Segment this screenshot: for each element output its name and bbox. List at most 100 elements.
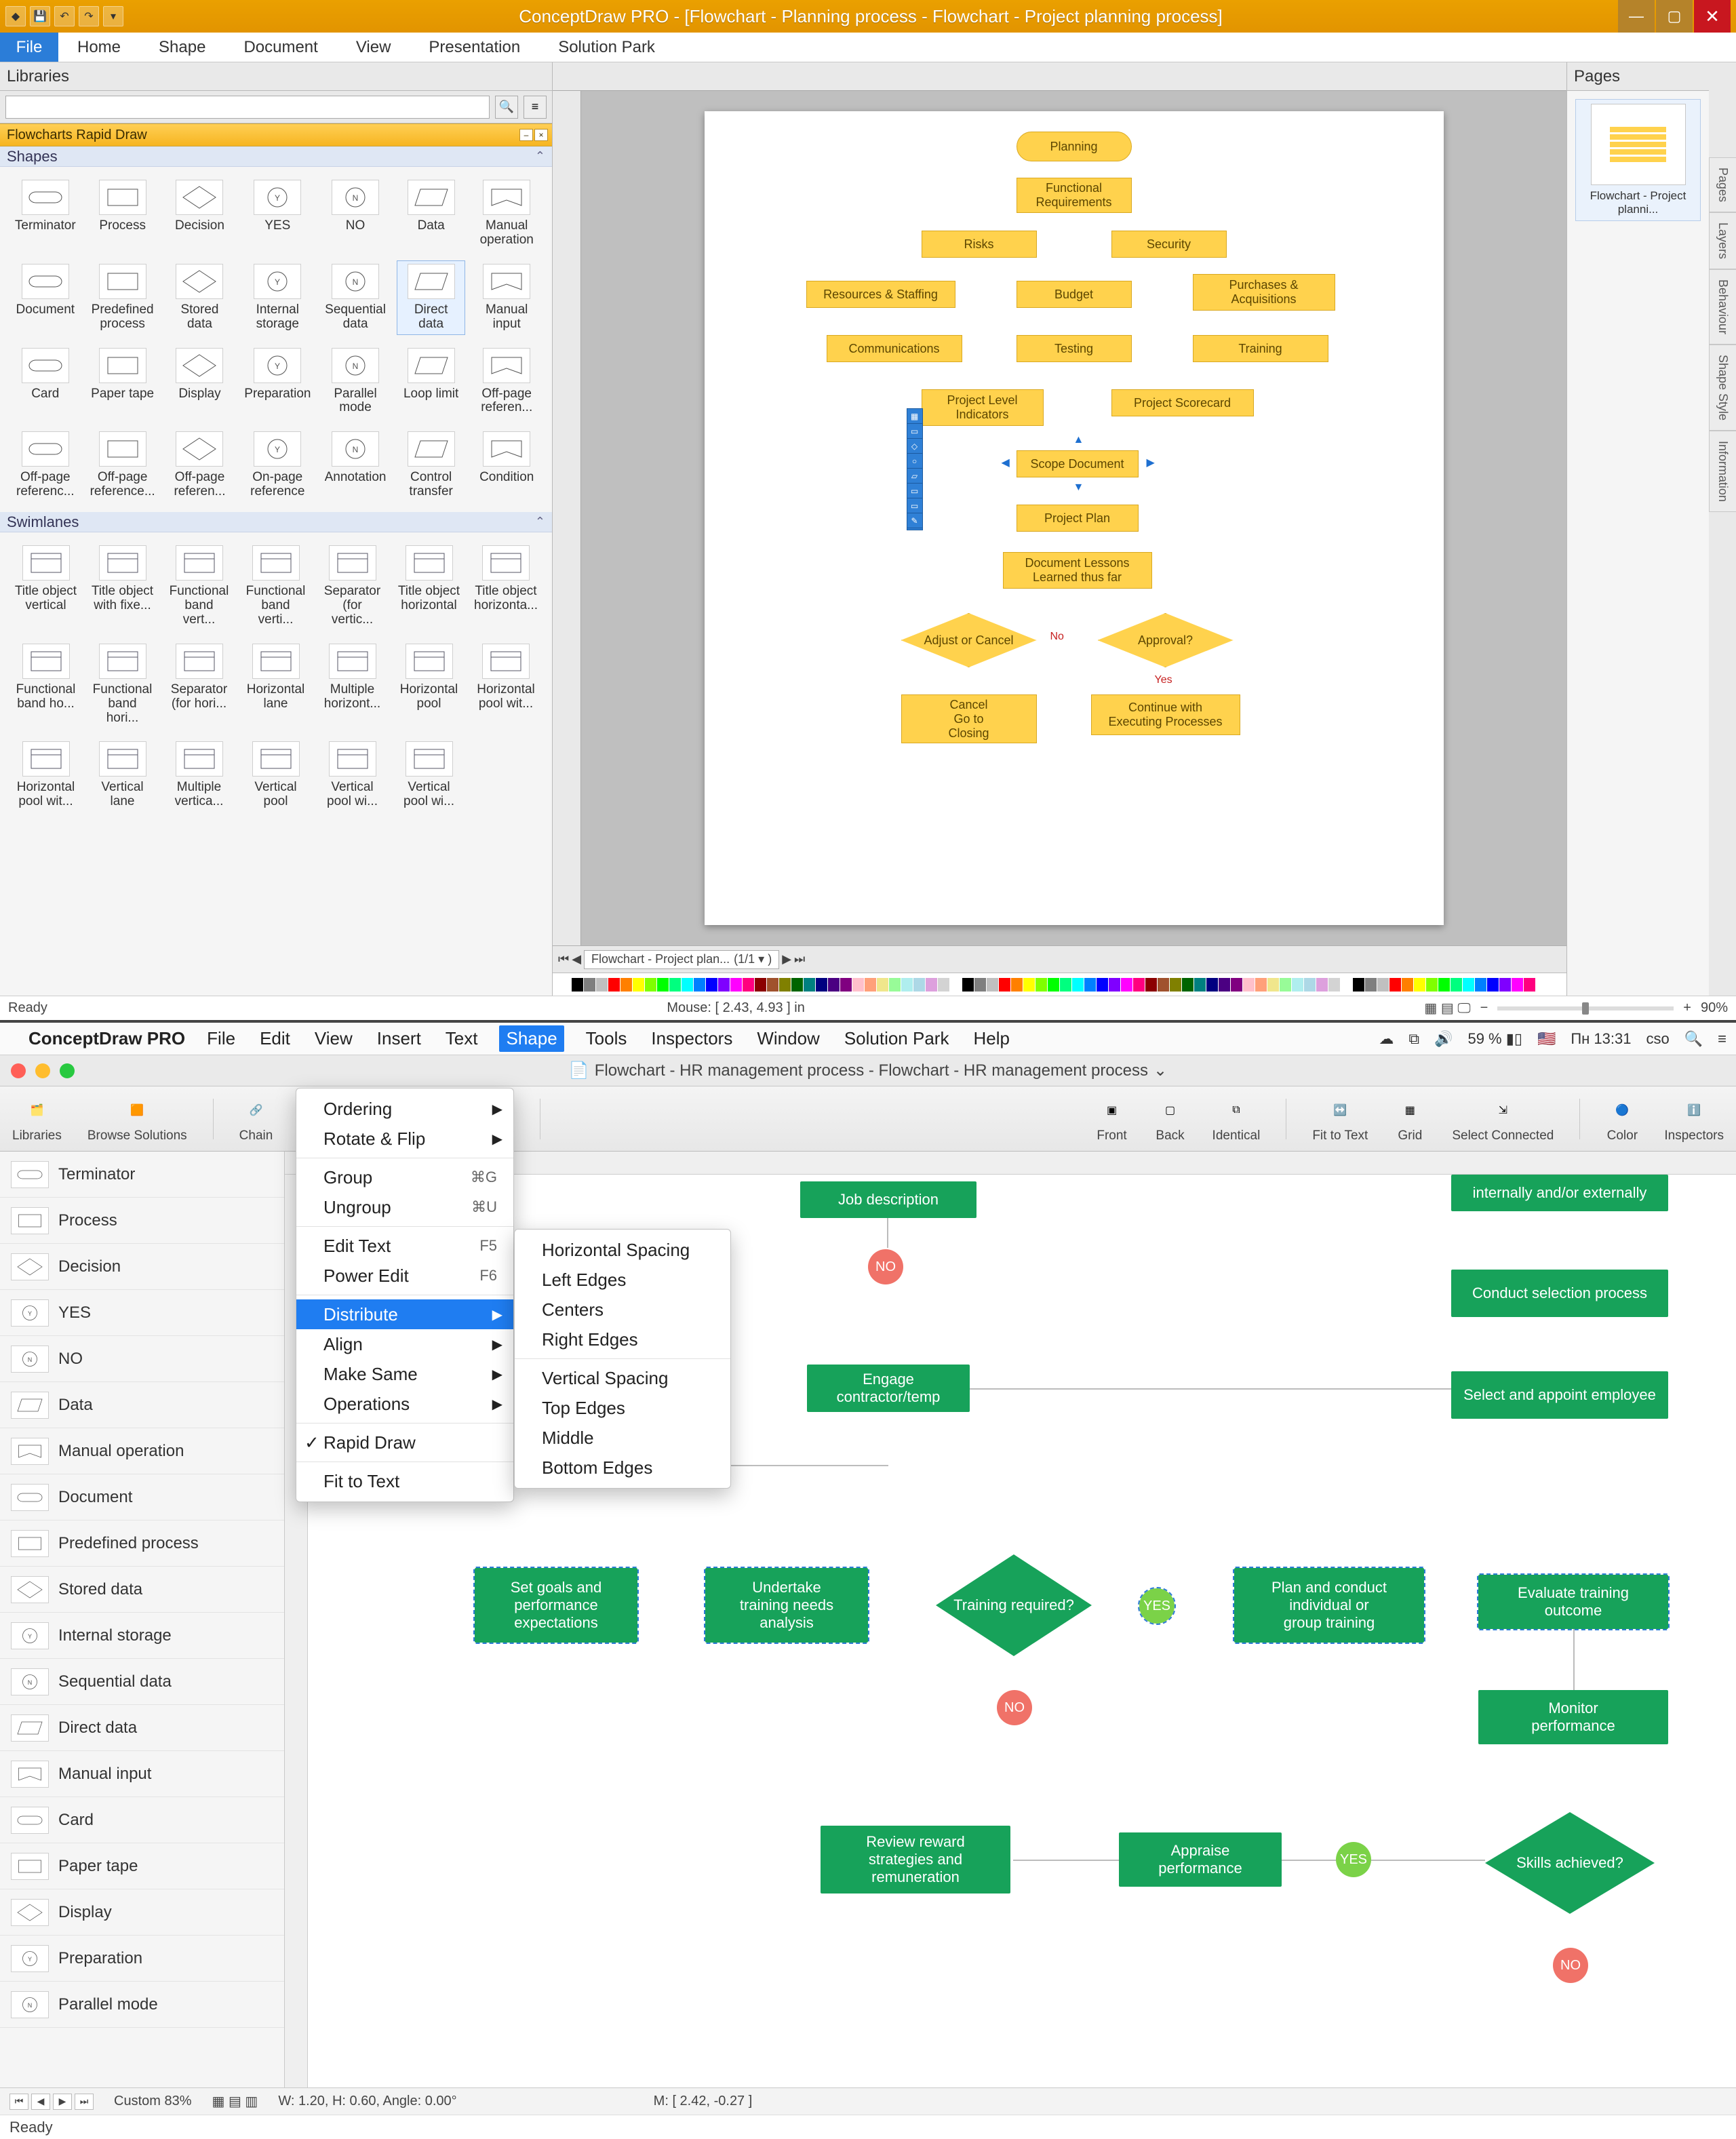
shape-terminator[interactable]: Terminator [11,176,80,251]
submenu-top-edges[interactable]: Top Edges [515,1393,730,1423]
shape-process[interactable]: Process [87,176,159,251]
tool-color[interactable]: 🔵Color [1606,1094,1638,1143]
color-swatch[interactable] [1231,978,1242,992]
color-swatch[interactable] [608,978,620,992]
user-label[interactable]: cso [1646,1030,1670,1048]
color-swatch[interactable] [1060,978,1071,992]
submenu-left-edges[interactable]: Left Edges [515,1265,730,1295]
battery-status[interactable]: 59 % ▮▯ [1467,1030,1522,1048]
mac-shape-card[interactable]: Card [0,1797,284,1843]
color-swatch[interactable] [1524,978,1535,992]
menu-home[interactable]: Home [58,33,140,62]
color-swatch[interactable] [1304,978,1316,992]
color-swatch[interactable] [1182,978,1194,992]
mac-menu-help[interactable]: Help [970,1025,1012,1052]
node-approval[interactable]: Approval? [1098,613,1234,667]
color-swatch[interactable] [1438,978,1450,992]
color-swatch[interactable] [987,978,998,992]
swimlane-horizontal-lane[interactable]: Horizontal lane [241,640,311,729]
swimlane-horizontal-pool-wit-[interactable]: Horizontal pool wit... [471,640,541,729]
swimlane-title-object-horizonta-[interactable]: Title object horizonta... [471,542,541,631]
color-swatch[interactable] [1048,978,1059,992]
node-resstaff[interactable]: Resources & Staffing [806,281,955,308]
color-swatch[interactable] [669,978,681,992]
qat-undo-icon[interactable]: ↶ [54,6,75,26]
mac-shape-yes[interactable]: YYES [0,1290,284,1336]
mac-shape-internal-storage[interactable]: YInternal storage [0,1613,284,1659]
mac-shape-manual-input[interactable]: Manual input [0,1751,284,1797]
menu-make-same[interactable]: Make Same▶ [296,1359,513,1389]
menu-rapid-draw[interactable]: Rapid Draw [296,1428,513,1457]
tab-nav-first[interactable]: ⏮ [558,952,569,966]
hr-review[interactable]: Review reward strategies and remuneratio… [821,1826,1010,1893]
node-scorecard[interactable]: Project Scorecard [1111,389,1254,416]
traffic-zoom[interactable] [60,1063,75,1078]
color-swatch[interactable] [1377,978,1389,992]
node-comm[interactable]: Communications [827,335,962,362]
page-tab[interactable]: Flowchart - Project plan...(1/1 ▾ ) [584,950,779,969]
color-swatch[interactable] [1206,978,1218,992]
color-swatch[interactable] [1512,978,1523,992]
color-swatch[interactable] [1243,978,1255,992]
swimlane-vertical-pool-wi-[interactable]: Vertical pool wi... [394,738,464,812]
lib-close-icon[interactable]: × [534,129,548,141]
submenu-centers[interactable]: Centers [515,1295,730,1324]
node-cancel[interactable]: Cancel Go to Closing [901,694,1037,743]
color-swatch[interactable] [840,978,852,992]
color-swatch[interactable] [852,978,864,992]
color-swatch[interactable] [1035,978,1047,992]
swimlane-separator-for-vertic-[interactable]: Separator (for vertic... [317,542,387,631]
qat-save-icon[interactable]: 💾 [30,6,50,26]
side-tab-pages[interactable]: Pages [1709,157,1736,212]
color-swatch[interactable] [559,978,571,992]
swimlane-title-object-with-fixe-[interactable]: Title object with fixe... [87,542,157,631]
color-swatch[interactable] [1389,978,1401,992]
traffic-minimize[interactable] [35,1063,50,1078]
tool-inspectors[interactable]: ℹ️Inspectors [1664,1094,1724,1143]
swimlane-multiple-horizont-[interactable]: Multiple horizont... [317,640,387,729]
menu-ungroup[interactable]: Ungroup⌘U [296,1192,513,1222]
mac-shape-sequential-data[interactable]: NSequential data [0,1659,284,1705]
hr-no-3[interactable]: NO [1553,1948,1588,1983]
color-swatch[interactable] [1365,978,1377,992]
zoom-slider[interactable] [1497,1006,1674,1010]
swimlane-title-object-horizontal[interactable]: Title object horizontal [394,542,464,631]
menu-power-edit[interactable]: Power EditF6 [296,1261,513,1291]
submenu-horizontal-spacing[interactable]: Horizontal Spacing [515,1235,730,1265]
node-training[interactable]: Training [1193,335,1328,362]
mac-menu-window[interactable]: Window [754,1025,822,1052]
shape-predefined-process[interactable]: Predefined process [87,260,159,335]
tool-identical[interactable]: ⧉Identical [1212,1094,1261,1143]
color-swatch[interactable] [791,978,803,992]
node-risks[interactable]: Risks [922,231,1037,258]
shape-annotation[interactable]: NAnnotation [321,428,390,503]
mac-app-name[interactable]: ConceptDraw PRO [28,1028,185,1049]
shape-manual-operation[interactable]: Manual operation [472,176,541,251]
node-pplan[interactable]: Project Plan [1017,505,1139,532]
mac-menu-inspectors[interactable]: Inspectors [648,1025,735,1052]
color-swatch[interactable] [1011,978,1023,992]
color-swatch[interactable] [572,978,583,992]
color-swatch[interactable] [938,978,949,992]
swimlane-functional-band-vert-[interactable]: Functional band vert... [164,542,234,631]
color-swatch[interactable] [1084,978,1096,992]
hr-monitor[interactable]: Monitor performance [1478,1690,1668,1744]
swimlane-vertical-lane[interactable]: Vertical lane [87,738,157,812]
hr-evaluate[interactable]: Evaluate training outcome [1478,1575,1668,1629]
color-swatch[interactable] [1097,978,1108,992]
menu-fit-to-text[interactable]: Fit to Text [296,1466,513,1496]
node-cont[interactable]: Continue with Executing Processes [1091,694,1240,735]
tool-browse-solutions[interactable]: 🟧Browse Solutions [87,1094,187,1143]
color-swatch[interactable] [1109,978,1120,992]
mac-menu-insert[interactable]: Insert [374,1025,424,1052]
shape-control-transfer[interactable]: Control transfer [397,428,466,503]
page-thumbnail[interactable]: Flowchart - Project planni... [1575,99,1701,221]
color-swatch[interactable] [804,978,815,992]
cloud-icon[interactable]: ☁︎ [1379,1030,1394,1048]
color-swatch[interactable] [645,978,656,992]
mac-zoom-label[interactable]: Custom 83% [114,2094,192,2109]
page-canvas[interactable]: Planning Functional Requirements Risks S… [705,111,1444,925]
submenu-bottom-edges[interactable]: Bottom Edges [515,1453,730,1483]
zoom-out-icon[interactable]: − [1480,1000,1488,1016]
swimlane-functional-band-hori-[interactable]: Functional band hori... [87,640,157,729]
